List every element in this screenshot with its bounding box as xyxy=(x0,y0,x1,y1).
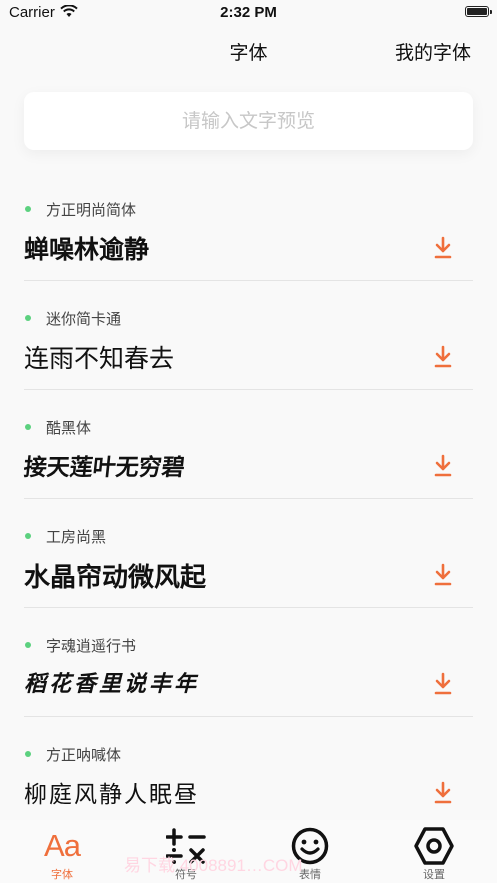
preview-text-input[interactable] xyxy=(24,92,473,150)
status-dot xyxy=(25,315,31,321)
download-icon[interactable] xyxy=(433,781,453,805)
my-fonts-button[interactable]: 我的字体 xyxy=(395,38,471,65)
status-dot xyxy=(25,424,31,430)
status-dot xyxy=(25,533,31,539)
tab-settings[interactable]: 设置 xyxy=(394,820,474,883)
download-icon[interactable] xyxy=(433,236,453,260)
font-preview: 连雨不知春去 xyxy=(24,344,175,373)
font-aa-icon: Aa xyxy=(44,828,81,863)
font-row[interactable]: 工房尚黑 水晶帘动微风起 xyxy=(24,499,473,608)
font-row[interactable]: 方正呐喊体 柳庭风静人眠昼 xyxy=(24,717,473,825)
tab-label: 设置 xyxy=(423,868,445,881)
tab-fonts[interactable]: Aa 字体 xyxy=(22,820,102,883)
font-name: 字魂逍遥行书 xyxy=(46,637,137,655)
font-name: 工房尚黑 xyxy=(46,528,107,546)
download-icon[interactable] xyxy=(433,454,453,478)
download-icon[interactable] xyxy=(433,672,453,696)
font-list: 方正明尚简体 蝉噪林逾静 迷你简卡通 连雨不知春去 酷黑体 接天莲叶无穷碧 工房… xyxy=(22,172,473,825)
battery-icon xyxy=(465,6,492,17)
font-name: 酷黑体 xyxy=(46,419,92,437)
watermark: 易下载 4008891…COM xyxy=(124,856,303,875)
font-row[interactable]: 方正明尚简体 蝉噪林逾静 xyxy=(24,172,473,281)
font-name: 方正明尚简体 xyxy=(46,201,137,219)
font-preview: 柳庭风静人眠昼 xyxy=(24,782,199,808)
font-preview: 蝉噪林逾静 xyxy=(24,235,150,264)
download-icon[interactable] xyxy=(433,563,453,587)
download-icon[interactable] xyxy=(433,345,453,369)
font-name: 方正呐喊体 xyxy=(46,746,122,764)
font-row[interactable]: 迷你简卡通 连雨不知春去 xyxy=(24,281,473,390)
gear-icon xyxy=(414,827,454,865)
font-name: 迷你简卡通 xyxy=(46,310,122,328)
font-preview: 水晶帘动微风起 xyxy=(24,563,207,593)
font-preview: 稻花香里说丰年 xyxy=(24,671,200,697)
clock: 2:32 PM xyxy=(220,4,277,21)
font-row[interactable]: 字魂逍遥行书 稻花香里说丰年 xyxy=(24,608,473,717)
font-preview: 接天莲叶无穷碧 xyxy=(22,455,187,481)
font-row[interactable]: 酷黑体 接天莲叶无穷碧 xyxy=(22,390,473,499)
status-bar: Carrier 2:32 PM xyxy=(0,0,497,26)
status-dot xyxy=(25,751,31,757)
status-dot xyxy=(25,642,31,648)
status-dot xyxy=(25,206,31,212)
tab-label: 字体 xyxy=(51,868,73,881)
tab-bar: Aa 字体 符号 表情 设置 易下载 4008891…COM xyxy=(0,820,497,883)
